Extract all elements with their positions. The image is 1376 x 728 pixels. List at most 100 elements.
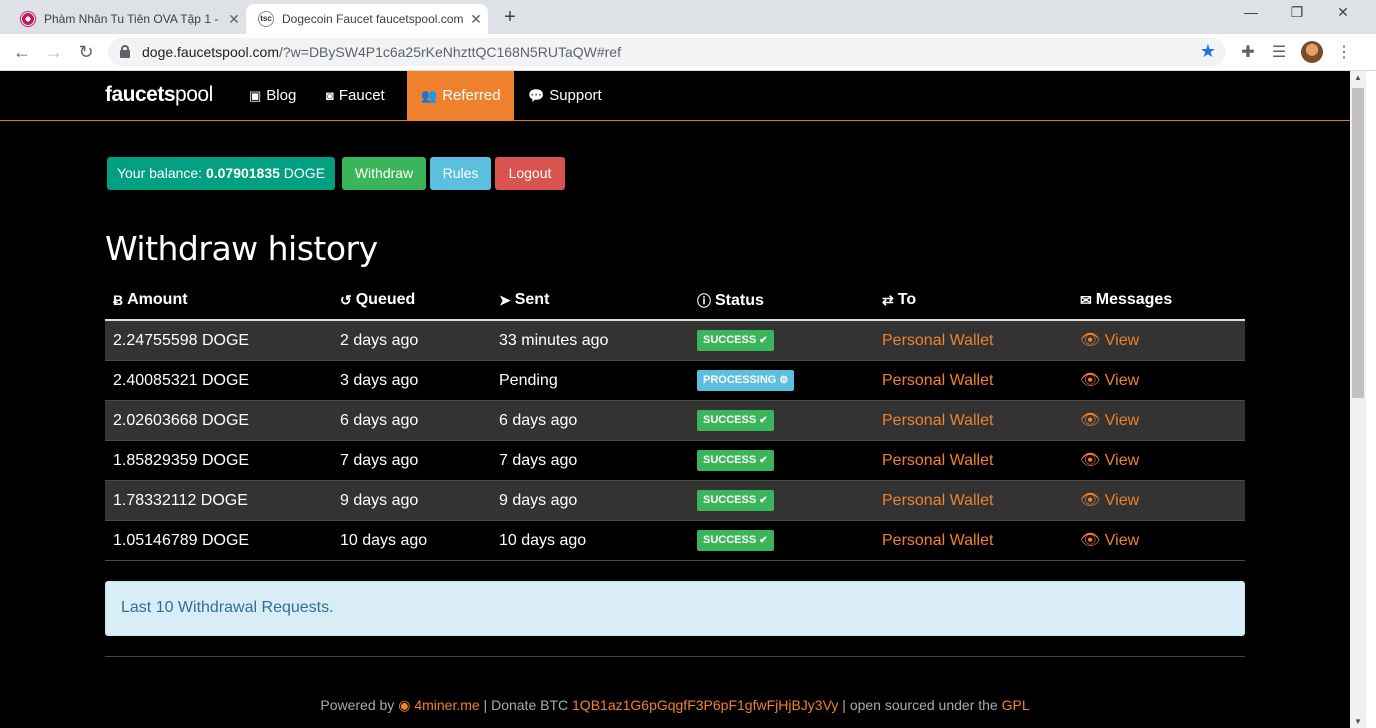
wallet-link[interactable]: Personal Wallet xyxy=(882,481,993,521)
gpl-link[interactable]: GPL xyxy=(1002,697,1030,713)
page-title: Withdraw history xyxy=(105,229,378,268)
tab-close-icon[interactable]: ✕ xyxy=(464,11,488,28)
nav-blog[interactable]: ▣ Blog xyxy=(235,71,310,121)
cogs-icon: ⚙ xyxy=(779,375,789,387)
wallet-link[interactable]: Personal Wallet xyxy=(882,441,993,481)
page-viewport: faucetspool ▣ Blog ◙ Faucet 👥 Referred 💬… xyxy=(0,71,1350,728)
browser-tab-active[interactable]: tsc Dogecoin Faucet faucetspool.com ✕ xyxy=(246,4,488,34)
bookmark-star-icon[interactable]: ★ xyxy=(1200,41,1216,62)
scroll-up-arrow-icon[interactable]: ▲ xyxy=(1350,73,1366,82)
table-row: 1.05146789 DOGE 10 days ago 10 days ago … xyxy=(105,521,1245,561)
faucetspool-logo[interactable]: faucetspool xyxy=(105,83,213,107)
nav-referred[interactable]: 👥 Referred xyxy=(407,71,514,121)
status-badge: SUCCESS ✔ xyxy=(697,490,774,512)
media-control-icon[interactable]: ☰ xyxy=(1268,42,1290,62)
column-header-queued: ↺ Queued xyxy=(340,291,416,308)
reload-button[interactable]: ↻ xyxy=(74,40,98,64)
window-edge xyxy=(1366,71,1376,728)
table-row: 1.78332112 DOGE 9 days ago 9 days ago SU… xyxy=(105,481,1245,521)
page-scrollbar[interactable]: ▲ ▼ xyxy=(1350,71,1366,728)
status-badge: SUCCESS ✔ xyxy=(697,450,774,472)
scroll-down-arrow-icon[interactable]: ▼ xyxy=(1350,717,1366,726)
profile-avatar[interactable] xyxy=(1301,41,1323,63)
eye-icon: 👁 xyxy=(1080,332,1101,349)
table-row: 2.24755598 DOGE 2 days ago 33 minutes ag… xyxy=(105,321,1245,361)
wallet-link[interactable]: Personal Wallet xyxy=(882,521,993,561)
github-icon[interactable]: ◉ xyxy=(398,697,410,713)
queued-cell: 7 days ago xyxy=(340,452,419,469)
info-icon: ⓘ xyxy=(697,293,711,309)
browser-menu-icon[interactable]: ⋮ xyxy=(1333,42,1355,62)
browser-tab-strip: Phàm Nhân Tu Tiên OVA Tập 1 - ✕ tsc Doge… xyxy=(0,0,1376,34)
nav-support[interactable]: 💬 Support xyxy=(514,71,616,121)
minimize-button[interactable]: — xyxy=(1228,4,1274,20)
4miner-link[interactable]: 4miner.me xyxy=(414,697,479,713)
paper-plane-icon: ➤ xyxy=(499,291,511,308)
nav-faucet[interactable]: ◙ Faucet xyxy=(312,71,399,121)
info-alert: Last 10 Withdrawal Requests. xyxy=(105,581,1245,636)
column-header-to: ⇄ To xyxy=(882,291,917,308)
status-cell: SUCCESS ✔ xyxy=(697,441,774,481)
view-message-link[interactable]: 👁 View xyxy=(1080,401,1139,441)
scrollbar-thumb[interactable] xyxy=(1352,88,1364,398)
view-message-link[interactable]: 👁 View xyxy=(1080,481,1139,521)
address-bar[interactable]: doge.faucetspool.com/?w=DBySW4P1c6a25rKe… xyxy=(108,38,1226,66)
lock-icon[interactable] xyxy=(120,45,130,58)
check-circle-icon: ✔ xyxy=(759,335,768,347)
withdraw-button[interactable]: Withdraw xyxy=(342,157,426,190)
table-row: 1.85829359 DOGE 7 days ago 7 days ago SU… xyxy=(105,441,1245,481)
envelope-icon: ✉ xyxy=(1080,291,1092,308)
page-footer: Powered by ◉ 4miner.me | Donate BTC 1QB1… xyxy=(320,697,1030,713)
status-cell: SUCCESS ✔ xyxy=(697,321,774,361)
logout-button[interactable]: Logout xyxy=(495,157,565,190)
url-text[interactable]: doge.faucetspool.com/?w=DBySW4P1c6a25rKe… xyxy=(142,44,621,60)
extensions-puzzle-icon[interactable]: ✚ xyxy=(1237,42,1259,62)
forward-button[interactable]: → xyxy=(42,40,66,64)
withdraw-history-table: 2.24755598 DOGE 2 days ago 33 minutes ag… xyxy=(105,321,1245,561)
sent-cell: 6 days ago xyxy=(499,412,578,429)
new-tab-button[interactable]: + xyxy=(498,6,522,29)
column-header-sent: ➤ Sent xyxy=(499,291,550,308)
faucetspool-favicon-icon: tsc xyxy=(258,11,274,27)
browser-tab-inactive[interactable]: Phàm Nhân Tu Tiên OVA Tập 1 - ✕ xyxy=(8,4,246,34)
status-badge: SUCCESS ✔ xyxy=(697,330,774,352)
browser-toolbar: ← → ↻ doge.faucetspool.com/?w=DBySW4P1c6… xyxy=(0,34,1376,71)
wallet-link[interactable]: Personal Wallet xyxy=(882,321,993,361)
view-message-link[interactable]: 👁 View xyxy=(1080,521,1139,561)
wallet-link[interactable]: Personal Wallet xyxy=(882,361,993,401)
tab-title: Phàm Nhân Tu Tiên OVA Tập 1 - xyxy=(44,12,219,26)
queued-cell: 9 days ago xyxy=(340,492,419,509)
amount-cell: 2.02603668 DOGE xyxy=(113,412,250,429)
eye-icon: 👁 xyxy=(1080,372,1101,389)
rules-button[interactable]: Rules xyxy=(430,157,491,190)
btc-address-link[interactable]: 1QB1az1G6pGqgfF3P6pF1gfwFjHjBJy3Vy xyxy=(572,697,838,713)
queued-cell: 2 days ago xyxy=(340,332,419,349)
column-header-amount: Ƀ Amount xyxy=(113,291,188,308)
status-cell: PROCESSING ⚙ xyxy=(697,361,795,401)
tab-close-icon[interactable]: ✕ xyxy=(222,11,246,28)
eye-icon: 👁 xyxy=(1080,412,1101,429)
divider xyxy=(105,656,1245,657)
money-icon: ◙ xyxy=(326,88,334,103)
sent-cell: 10 days ago xyxy=(499,532,587,549)
users-icon: 👥 xyxy=(421,88,438,103)
amount-cell: 1.78332112 DOGE xyxy=(113,492,248,509)
view-message-link[interactable]: 👁 View xyxy=(1080,361,1139,401)
status-cell: SUCCESS ✔ xyxy=(697,521,774,561)
bitcoin-icon: Ƀ xyxy=(113,292,124,308)
maximize-button[interactable]: ❐ xyxy=(1274,4,1320,21)
wallet-link[interactable]: Personal Wallet xyxy=(882,401,993,441)
close-window-button[interactable]: ✕ xyxy=(1320,4,1366,21)
sent-cell: Pending xyxy=(499,372,558,389)
balance-display: Your balance: 0.07901835 DOGE xyxy=(107,157,335,190)
status-badge: SUCCESS ✔ xyxy=(697,530,774,552)
amount-cell: 1.05146789 DOGE xyxy=(113,532,250,549)
column-header-messages: ✉ Messages xyxy=(1080,291,1173,308)
sent-cell: 33 minutes ago xyxy=(499,332,609,349)
check-circle-icon: ✔ xyxy=(759,535,768,547)
view-message-link[interactable]: 👁 View xyxy=(1080,321,1139,361)
table-row: 2.02603668 DOGE 6 days ago 6 days ago SU… xyxy=(105,401,1245,441)
view-message-link[interactable]: 👁 View xyxy=(1080,441,1139,481)
exchange-icon: ⇄ xyxy=(882,291,894,308)
back-button[interactable]: ← xyxy=(10,40,34,64)
